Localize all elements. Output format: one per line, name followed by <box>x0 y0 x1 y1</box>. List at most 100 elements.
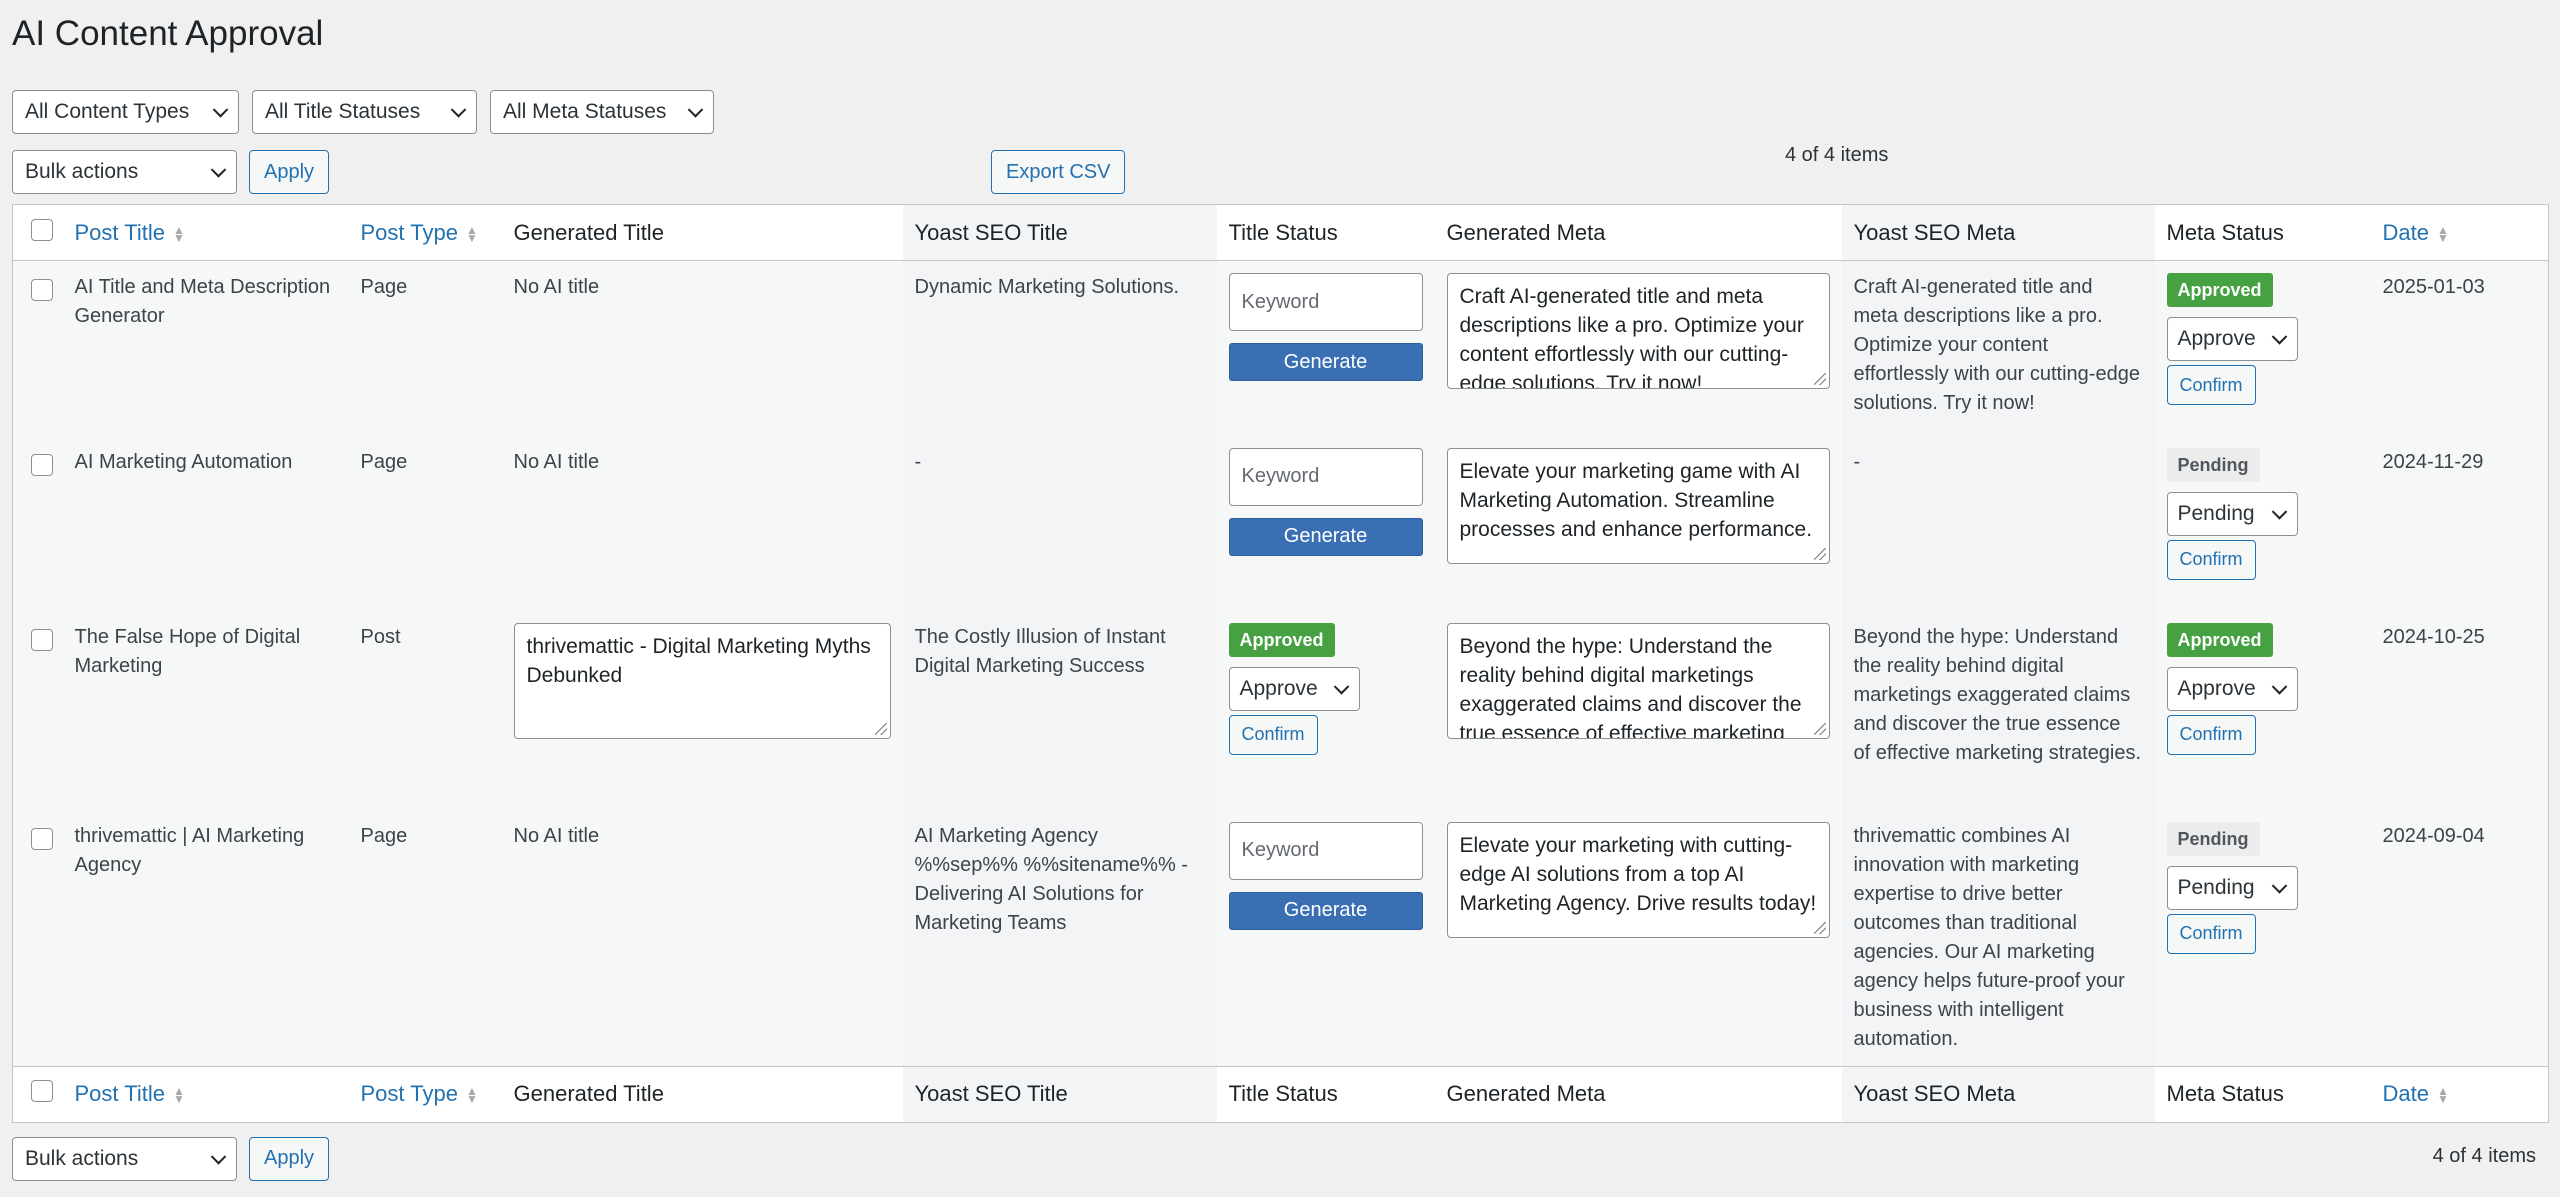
yoast-meta-cell: thrivemattic combines AI innovation with… <box>1841 809 2155 1066</box>
bulk-actions-select[interactable]: Bulk actions <box>12 1136 237 1181</box>
items-count: 4 of 4 items <box>1785 144 1889 166</box>
post-title-cell: AI Marketing Automation <box>74 450 293 473</box>
meta-status-cell: Approved Approve Confirm <box>2155 261 2371 436</box>
yoast-title-cell: AI Marketing Agency %%sep%% %%sitename%%… <box>902 809 1217 1066</box>
apply-button[interactable]: Apply <box>249 1136 330 1181</box>
meta-status-cell: Approved Approve Confirm <box>2155 611 2371 810</box>
col-post-title[interactable]: Post Title ▲ ▼ <box>63 205 349 261</box>
row-checkbox[interactable] <box>31 279 53 301</box>
col-title-status: Title Status <box>1228 1081 1338 1106</box>
sort-icon: ▲ ▼ <box>465 1084 478 1107</box>
col-generated-title: Generated Title <box>513 1081 664 1106</box>
yoast-meta-cell: Beyond the hype: Understand the reality … <box>1841 610 2155 810</box>
page-title: AI Content Approval <box>12 14 324 53</box>
generated-title-cell: No AI title <box>513 824 600 847</box>
chevron-down-icon <box>2271 877 2287 894</box>
export-csv-button[interactable]: Export CSV <box>991 150 1126 194</box>
select-all-checkbox[interactable] <box>31 1080 53 1102</box>
keyword-input[interactable]: Keyword <box>1228 447 1423 506</box>
apply-button[interactable]: Apply <box>249 150 330 194</box>
filter-bar: All Content Types All Title Statuses All… <box>12 90 2548 134</box>
col-post-title[interactable]: Post Title ▲ ▼ <box>63 1066 349 1122</box>
table-row: AI Marketing Automation Page No AI title… <box>12 435 2549 611</box>
title-status-select[interactable]: Approve <box>1228 666 1360 711</box>
generated-meta-textarea[interactable]: Elevate your marketing with cutting-edge… <box>1446 821 1830 938</box>
col-generated-title: Generated Title <box>513 219 664 245</box>
col-generated-meta: Generated Meta <box>1446 219 1606 245</box>
generated-title-textarea[interactable]: thrivemattic - Digital Marketing Myths D… <box>513 622 891 739</box>
status-badge: Pending <box>2166 821 2260 856</box>
keyword-input[interactable]: Keyword <box>1228 273 1423 331</box>
meta-status-select[interactable]: Pending <box>2166 491 2298 536</box>
tablenav-top: Bulk actions Apply Export CSV 4 of 4 ite… <box>12 144 2548 204</box>
col-yoast-meta: Yoast SEO Meta <box>1841 204 2155 261</box>
chevron-down-icon <box>2271 503 2287 520</box>
generated-title-cell: No AI title <box>513 450 600 473</box>
items-count: 4 of 4 items <box>2432 1144 2536 1167</box>
meta-status-cell: Pending Pending Confirm <box>2155 810 2371 1067</box>
post-title-cell: thrivemattic | AI Marketing Agency <box>74 824 305 876</box>
yoast-meta-cell: - <box>1841 435 2155 611</box>
yoast-title-cell: Dynamic Marketing Solutions. <box>902 260 1217 436</box>
post-title-cell: The False Hope of Digital Marketing <box>74 625 301 677</box>
col-yoast-meta: Yoast SEO Meta <box>1841 1066 2155 1122</box>
post-title-cell: AI Title and Meta Description Generator <box>74 276 331 327</box>
meta-status-select[interactable]: Pending <box>2166 865 2298 910</box>
generate-button[interactable]: Generate <box>1228 517 1423 556</box>
status-badge: Pending <box>2166 447 2260 482</box>
meta-status-select[interactable]: Approve <box>2166 317 2298 361</box>
col-meta-status: Meta Status <box>2166 1081 2284 1106</box>
col-date[interactable]: Date ▲ ▼ <box>2371 1066 2549 1122</box>
content-table: Post Title ▲ ▼ Post Type ▲ ▼ Generated Title… <box>12 204 2549 1123</box>
title-status-filter[interactable]: All Title Statuses <box>252 90 477 134</box>
confirm-button[interactable]: Confirm <box>2166 365 2256 405</box>
content-type-filter[interactable]: All Content Types <box>12 90 239 134</box>
date-cell: 2024-09-04 <box>2382 824 2485 847</box>
chevron-down-icon <box>450 102 467 118</box>
keyword-input[interactable]: Keyword <box>1228 821 1423 880</box>
chevron-down-icon <box>687 102 704 118</box>
post-type-cell: Page <box>360 824 408 847</box>
date-cell: 2025-01-03 <box>2382 276 2485 298</box>
generated-meta-textarea[interactable]: Beyond the hype: Understand the reality … <box>1446 622 1830 739</box>
resize-handle-icon[interactable] <box>874 722 887 735</box>
resize-handle-icon[interactable] <box>1813 921 1826 934</box>
row-checkbox[interactable] <box>31 827 53 850</box>
sort-icon: ▲ ▼ <box>2436 222 2449 245</box>
table-footer: Post Title ▲ ▼ Post Type ▲ ▼ Generated Title… <box>12 1066 2549 1122</box>
generate-button[interactable]: Generate <box>1228 343 1423 381</box>
confirm-button[interactable]: Confirm <box>2166 913 2256 954</box>
select-all-checkbox[interactable] <box>31 218 53 241</box>
sort-icon: ▲ ▼ <box>172 222 185 245</box>
col-yoast-title: Yoast SEO Title <box>902 1066 1217 1122</box>
resize-handle-icon[interactable] <box>1813 722 1826 735</box>
chevron-down-icon <box>210 1148 227 1165</box>
chevron-down-icon <box>210 162 227 178</box>
meta-status-filter[interactable]: All Meta Statuses <box>490 90 714 134</box>
resize-handle-icon[interactable] <box>1813 373 1826 385</box>
confirm-button[interactable]: Confirm <box>2166 539 2256 580</box>
generated-meta-textarea[interactable]: Elevate your marketing game with AI Mark… <box>1446 447 1830 564</box>
meta-status-select[interactable]: Approve <box>2166 666 2298 711</box>
chevron-down-icon <box>212 102 229 118</box>
col-yoast-title: Yoast SEO Title <box>902 204 1217 261</box>
title-status-cell: Keyword Generate <box>1217 810 1435 1067</box>
row-checkbox[interactable] <box>31 453 53 476</box>
resize-handle-icon[interactable] <box>1813 547 1826 560</box>
generated-meta-textarea[interactable]: Craft AI-generated title and meta descri… <box>1446 273 1830 389</box>
date-cell: 2024-10-25 <box>2382 625 2485 648</box>
yoast-title-cell: - <box>902 435 1217 611</box>
col-date[interactable]: Date ▲ ▼ <box>2371 205 2549 261</box>
row-checkbox[interactable] <box>31 628 53 651</box>
post-type-cell: Post <box>360 625 401 648</box>
bulk-actions-select[interactable]: Bulk actions <box>12 150 237 194</box>
generate-button[interactable]: Generate <box>1228 891 1423 930</box>
meta-status-cell: Pending Pending Confirm <box>2155 436 2371 611</box>
date-cell: 2024-11-29 <box>2382 450 2484 473</box>
col-post-type[interactable]: Post Type ▲ ▼ <box>349 1066 502 1122</box>
confirm-button[interactable]: Confirm <box>1228 714 1318 755</box>
post-type-cell: Page <box>360 450 408 473</box>
confirm-button[interactable]: Confirm <box>2166 714 2256 755</box>
chevron-down-icon <box>1333 678 1349 695</box>
col-post-type[interactable]: Post Type ▲ ▼ <box>349 205 502 261</box>
